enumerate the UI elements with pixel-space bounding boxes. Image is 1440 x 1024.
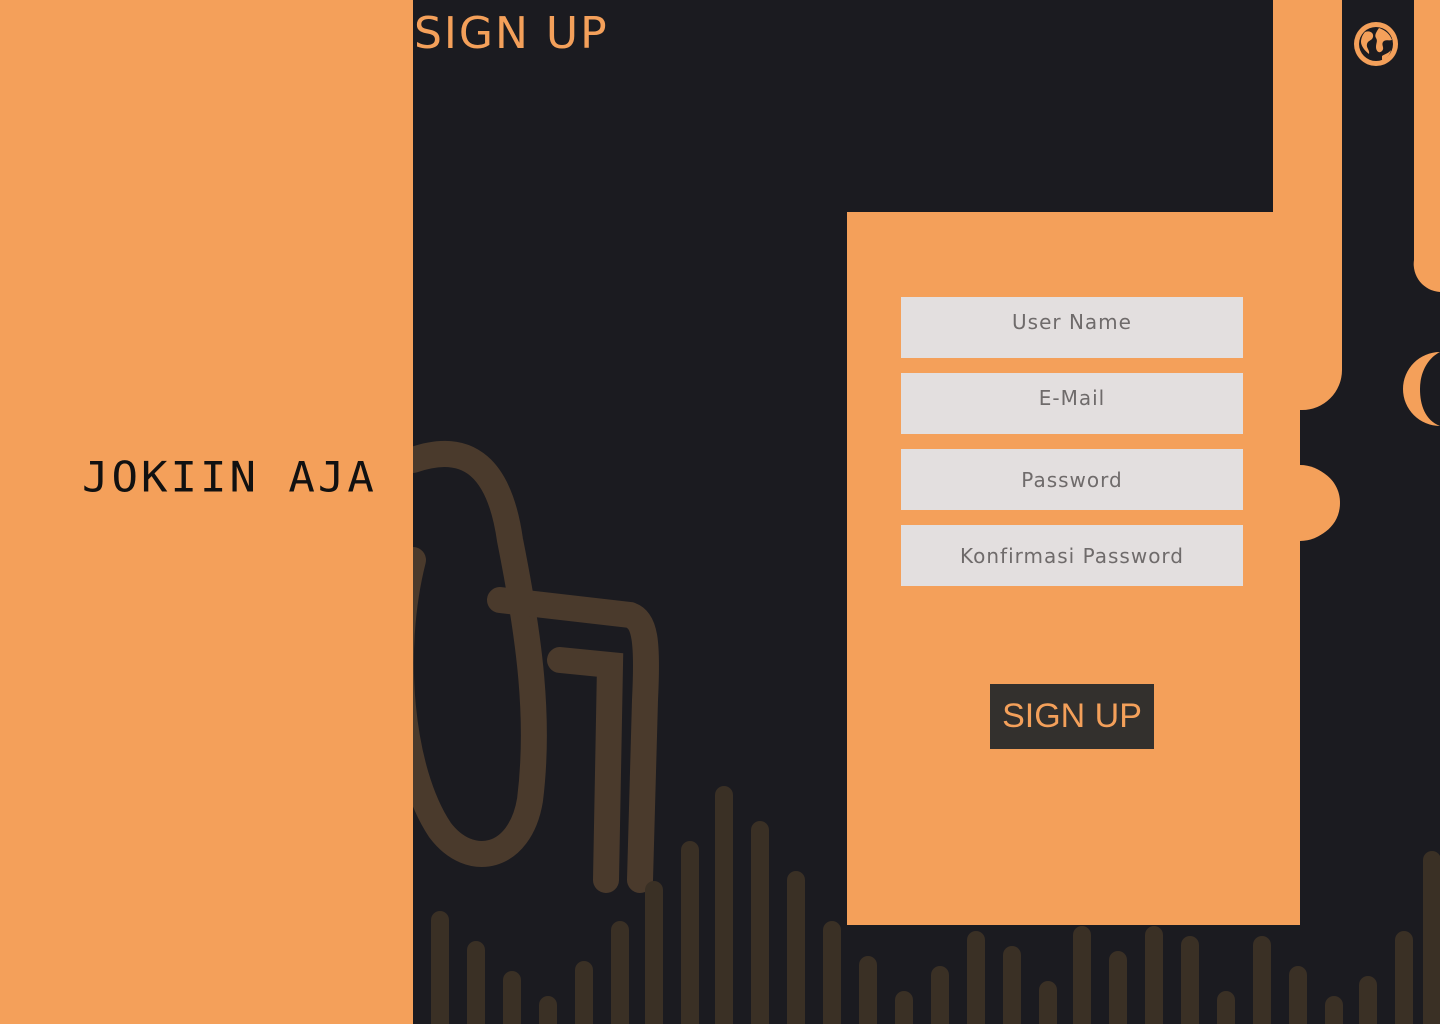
username-field[interactable]	[901, 297, 1243, 358]
email-field[interactable]	[901, 373, 1243, 434]
confirm-password-field[interactable]	[901, 525, 1243, 586]
brand-panel: JOKIIN AJA	[0, 0, 413, 1024]
password-field[interactable]	[901, 449, 1243, 510]
signup-button[interactable]: SIGN UP	[990, 684, 1154, 749]
globe-icon[interactable]	[1352, 20, 1400, 68]
page-title: SIGN UP	[414, 8, 609, 59]
signup-page: JOKIIN AJA SIGN UP SIGN UP	[0, 0, 1440, 1024]
signup-form: SIGN UP	[847, 212, 1300, 925]
brand-name: JOKIIN AJA	[82, 453, 377, 502]
